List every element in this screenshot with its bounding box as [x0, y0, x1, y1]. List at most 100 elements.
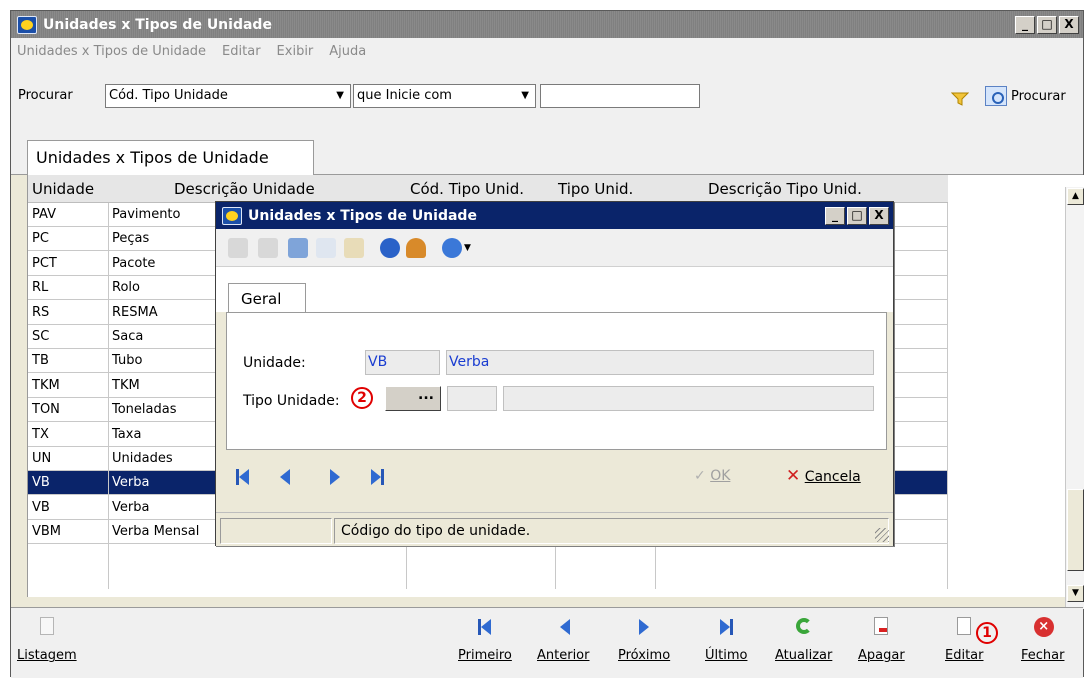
resize-grip[interactable]: [875, 528, 889, 542]
listagem-label: Listagem: [17, 648, 77, 663]
search-label: Procurar: [18, 88, 73, 103]
edit-dialog: Unidades x Tipos de Unidade _ □ X ▼ Gera…: [215, 201, 894, 546]
cell-descricao: RESMA: [112, 304, 158, 320]
info-icon[interactable]: [380, 238, 400, 258]
paste-icon[interactable]: [344, 238, 364, 258]
next-record-icon[interactable]: [324, 466, 346, 488]
apagar-label: Apagar: [858, 648, 905, 663]
cut-icon[interactable]: [288, 238, 308, 258]
dialog-minimize-button[interactable]: _: [825, 206, 845, 225]
report-icon: [36, 616, 58, 638]
title-bar[interactable]: Unidades x Tipos de Unidade _ □ X: [11, 11, 1083, 38]
cell-unidade: VB: [32, 499, 50, 515]
delete-icon: [870, 616, 892, 638]
scroll-up-button[interactable]: ▲: [1067, 188, 1084, 205]
previous-record-icon[interactable]: [272, 466, 294, 488]
ultimo-button[interactable]: Último: [705, 616, 747, 663]
bottom-toolbar: Listagem Primeiro Anterior Próximo Últim…: [11, 607, 1083, 678]
redo-icon[interactable]: [258, 238, 278, 258]
cell-descricao: Pacote: [112, 255, 156, 271]
column-tipo-unid[interactable]: Tipo Unid.: [558, 180, 633, 198]
proximo-label: Próximo: [618, 648, 671, 663]
check-icon: ✓: [694, 468, 706, 484]
previous-record-icon: [552, 616, 574, 638]
step-marker-1: 1: [976, 622, 998, 644]
app-icon: [222, 206, 242, 225]
tab-unidades[interactable]: Unidades x Tipos de Unidade: [27, 140, 314, 176]
column-divider: [108, 203, 109, 589]
help-icon[interactable]: [442, 238, 462, 258]
filter-icon[interactable]: [951, 92, 969, 106]
tab-strip: Unidades x Tipos de Unidade: [11, 130, 1083, 176]
cancel-label: Cancela: [804, 469, 861, 485]
atualizar-button[interactable]: Atualizar: [775, 616, 832, 663]
dialog-title-bar[interactable]: Unidades x Tipos de Unidade _ □ X: [216, 202, 893, 229]
primeiro-button[interactable]: Primeiro: [458, 616, 512, 663]
window-title: Unidades x Tipos de Unidade: [43, 16, 272, 33]
editar-label: Editar: [945, 648, 984, 663]
menu-exibir[interactable]: Exibir: [277, 44, 314, 59]
cell-descricao: Tubo: [112, 353, 143, 369]
fechar-button[interactable]: × Fechar: [1021, 616, 1064, 663]
search-operator-select[interactable]: que Inicie com ▼: [353, 84, 536, 108]
fechar-label: Fechar: [1021, 648, 1065, 663]
scroll-thumb[interactable]: [1067, 489, 1084, 571]
column-cod-tipo-unid[interactable]: Cód. Tipo Unid.: [410, 180, 524, 198]
close-button[interactable]: X: [1059, 15, 1079, 34]
cell-descricao: Pavimento: [112, 207, 181, 222]
chevron-down-icon: ▼: [336, 90, 344, 101]
chevron-down-icon: ▼: [521, 90, 529, 101]
ok-label: OK: [710, 468, 731, 484]
search-bar: Procurar Cód. Tipo Unidade ▼ que Inicie …: [11, 64, 1083, 130]
search-input[interactable]: [540, 84, 700, 108]
anterior-button[interactable]: Anterior: [537, 616, 589, 663]
last-record-icon: [715, 616, 737, 638]
unidade-code-field[interactable]: VB: [365, 350, 440, 375]
cell-unidade: UN: [32, 451, 52, 466]
search-icon: [985, 86, 1007, 106]
dialog-close-button[interactable]: X: [869, 206, 889, 225]
minimize-button[interactable]: _: [1015, 15, 1035, 34]
scroll-down-button[interactable]: ▼: [1067, 585, 1084, 602]
ultimo-label: Último: [705, 648, 748, 663]
cell-descricao: Taxa: [112, 426, 142, 442]
cell-unidade: PC: [32, 231, 49, 247]
copy-icon[interactable]: [316, 238, 336, 258]
tipo-unidade-description-field: [503, 386, 874, 411]
listagem-button[interactable]: Listagem: [17, 616, 77, 663]
vertical-scrollbar[interactable]: ▲ ▼: [1065, 187, 1084, 609]
menu-bar: Unidades x Tipos de Unidade Editar Exibi…: [11, 38, 1083, 64]
dialog-maximize-button[interactable]: □: [847, 206, 867, 225]
user-icon[interactable]: [406, 238, 426, 258]
ok-button[interactable]: ✓ OK: [694, 468, 730, 484]
edit-icon: [953, 616, 975, 638]
menu-editar[interactable]: Editar: [222, 44, 261, 59]
column-descricao-unidade[interactable]: Descrição Unidade: [174, 180, 315, 198]
tipo-unidade-lookup-button[interactable]: ...: [385, 386, 441, 411]
apagar-button[interactable]: Apagar: [858, 616, 905, 663]
proximo-button[interactable]: Próximo: [618, 616, 670, 663]
cell-descricao: Verba: [112, 475, 150, 491]
tipo-unidade-code-field[interactable]: [447, 386, 497, 411]
search-button[interactable]: Procurar: [985, 86, 1066, 106]
cell-unidade: TON: [32, 402, 60, 418]
first-record-icon[interactable]: [232, 466, 254, 488]
undo-icon[interactable]: [228, 238, 248, 258]
chevron-down-icon[interactable]: ▼: [464, 238, 474, 258]
cell-unidade: SC: [32, 329, 50, 344]
cancel-button[interactable]: ✕ Cancela: [786, 466, 861, 486]
search-field-select[interactable]: Cód. Tipo Unidade ▼: [105, 84, 351, 108]
menu-ajuda[interactable]: Ajuda: [329, 44, 366, 59]
cell-descricao: Verba: [112, 499, 150, 515]
last-record-icon[interactable]: [366, 466, 388, 488]
unidade-label: Unidade:: [243, 355, 306, 371]
cell-unidade: PCT: [32, 255, 57, 271]
cell-unidade: TB: [32, 353, 49, 369]
cell-unidade: RS: [32, 304, 50, 320]
column-descricao-tipo-unid[interactable]: Descrição Tipo Unid.: [708, 180, 862, 198]
column-unidade[interactable]: Unidade: [32, 180, 94, 198]
close-icon: ×: [1032, 616, 1054, 638]
cell-unidade: TX: [32, 426, 49, 442]
menu-unidades[interactable]: Unidades x Tipos de Unidade: [17, 44, 206, 59]
maximize-button[interactable]: □: [1037, 15, 1057, 34]
